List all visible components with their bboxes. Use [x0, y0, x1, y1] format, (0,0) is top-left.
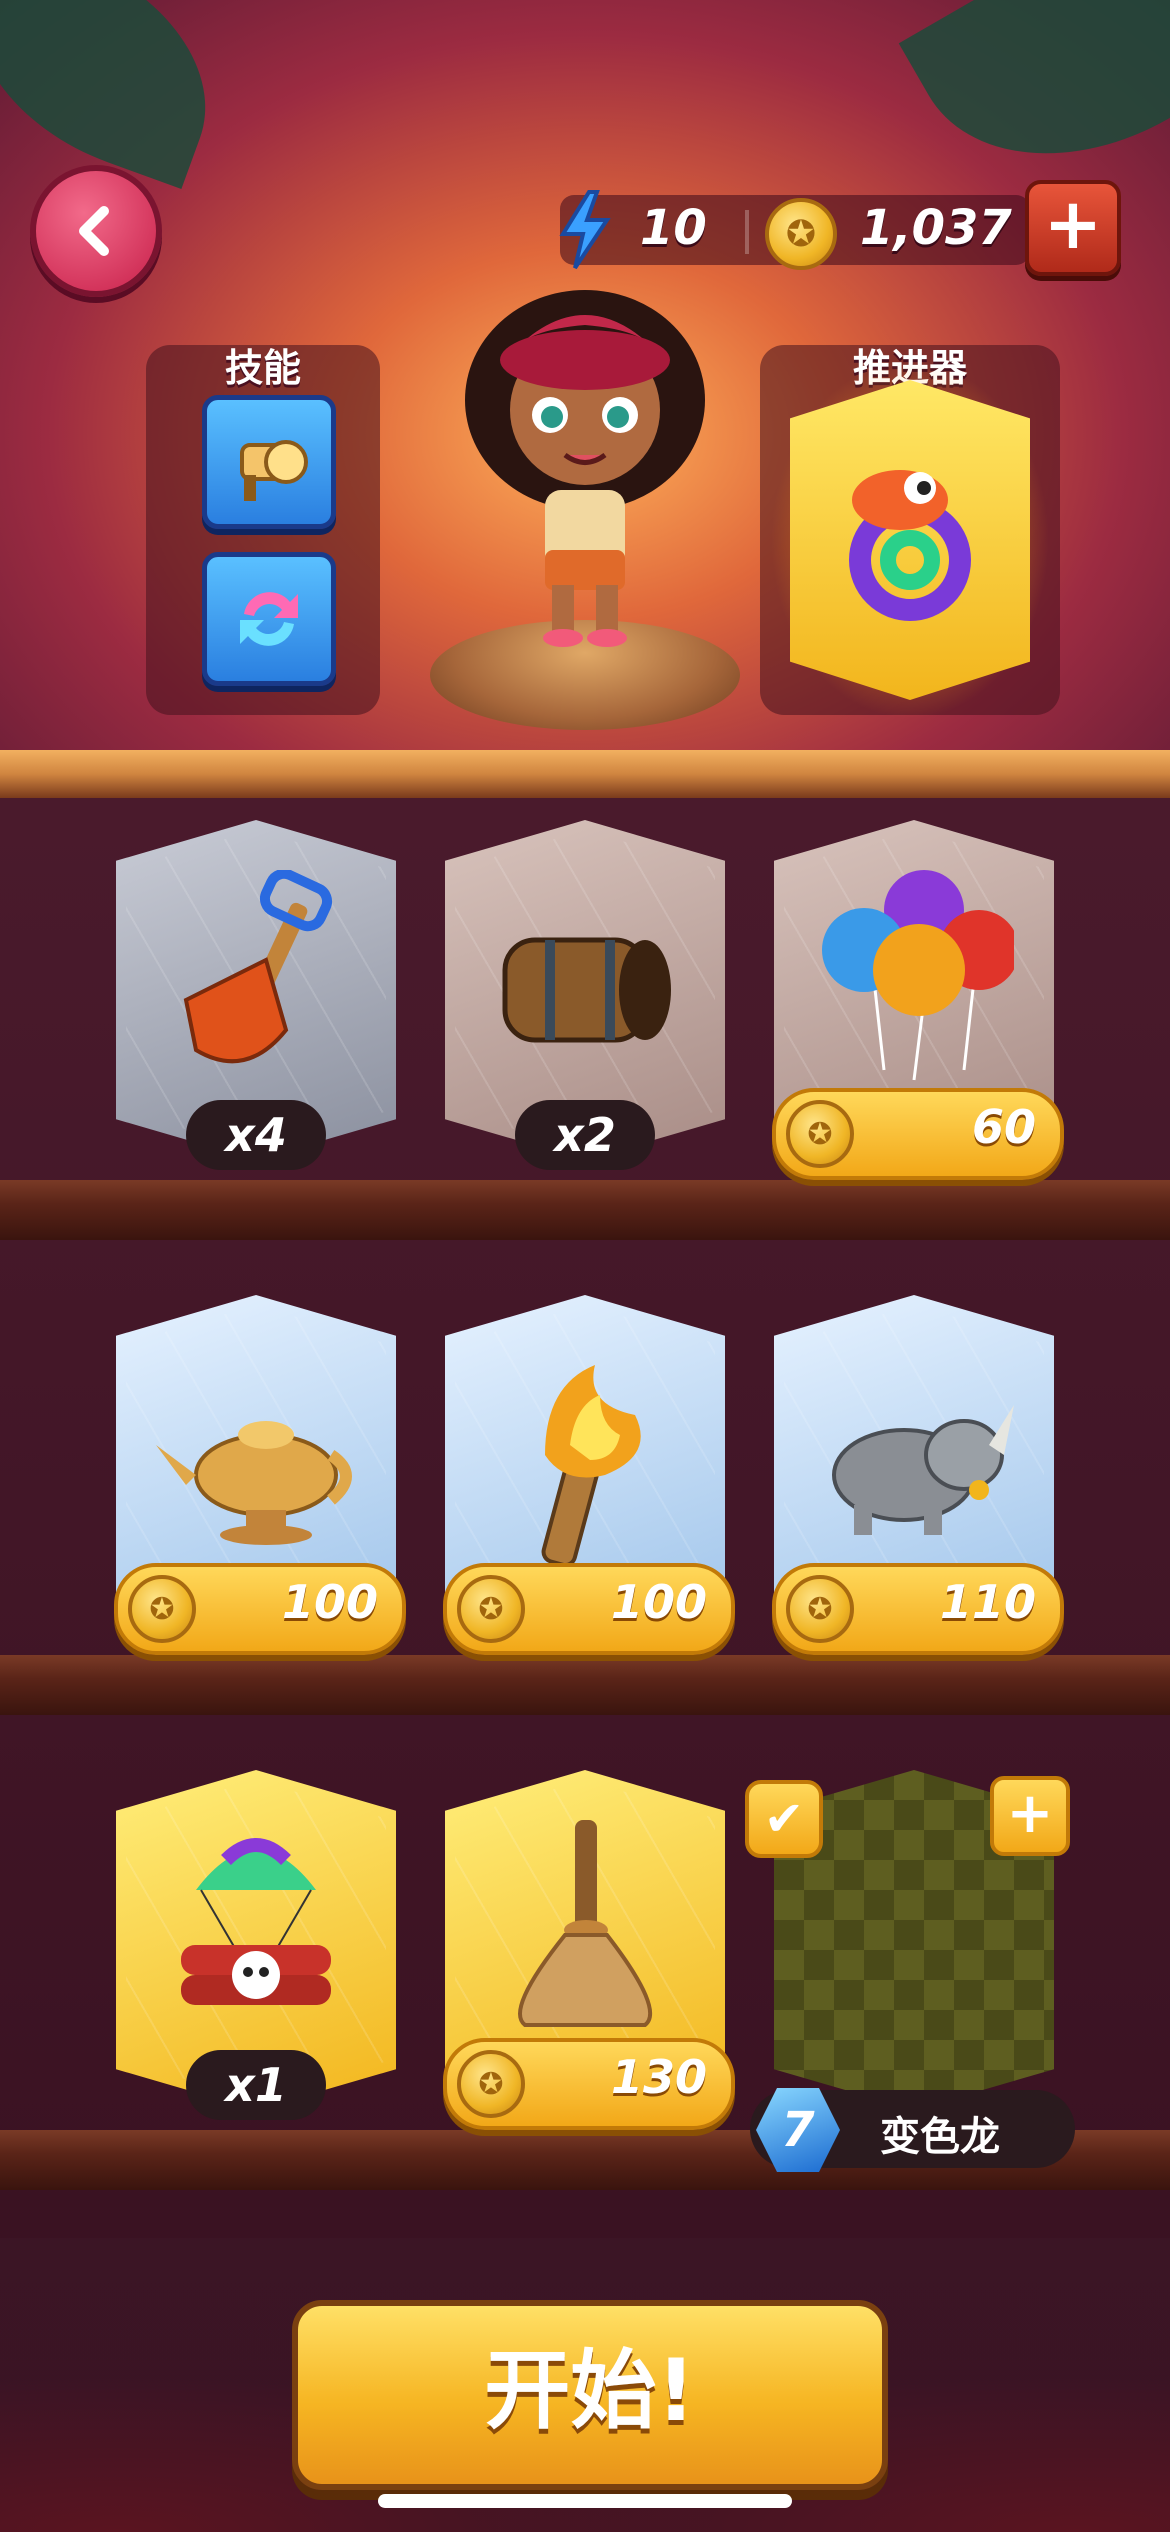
- currency-divider: [745, 210, 749, 254]
- item-card-rhino[interactable]: ✪ 110: [772, 1295, 1064, 1655]
- item-price[interactable]: ✪ 100: [443, 1563, 735, 1655]
- coin-icon: ✪: [457, 2050, 525, 2118]
- checkmark-icon[interactable]: ✔: [745, 1780, 823, 1858]
- magic-lamp-icon: [156, 1421, 352, 1545]
- rhino-icon: [832, 1405, 1014, 1535]
- coin-icon: ✪: [457, 1575, 525, 1643]
- price-value: 100: [610, 1575, 707, 1629]
- back-arrow-icon: [79, 206, 109, 256]
- booster-chameleon-card[interactable]: [790, 380, 1030, 700]
- shelf-plank: [0, 1655, 1170, 1715]
- explorer-girl-character: [465, 290, 705, 647]
- item-price[interactable]: ✪ 100: [114, 1563, 406, 1655]
- price-value: 110: [939, 1575, 1036, 1629]
- skill-shuffle-button[interactable]: [202, 552, 336, 686]
- price-value: 60: [971, 1100, 1036, 1154]
- item-price[interactable]: ✪ 110: [772, 1563, 1064, 1655]
- item-price[interactable]: ✪ 130: [443, 2038, 735, 2130]
- skills-title: 技能: [224, 346, 301, 390]
- shuffle-icon: [240, 592, 298, 646]
- hammer-icon: [240, 440, 308, 501]
- item-card-shovel[interactable]: x4: [116, 820, 396, 1170]
- balloons-icon: [822, 870, 1014, 1081]
- start-button[interactable]: 开始!: [292, 2300, 888, 2490]
- coin-icon: ✪: [765, 198, 837, 270]
- price-value: 100: [281, 1575, 378, 1629]
- coin-icon: ✪: [786, 1100, 854, 1168]
- coin-icon: ✪: [786, 1575, 854, 1643]
- item-card-balloons[interactable]: ✪ 60: [772, 820, 1064, 1180]
- broom-icon: [518, 1820, 653, 2027]
- item-quantity: x4: [186, 1100, 326, 1170]
- item-quantity: x2: [515, 1100, 655, 1170]
- item-card-magic-lamp[interactable]: ✪ 100: [114, 1295, 406, 1655]
- shovel-icon: [183, 870, 333, 1064]
- back-button[interactable]: [30, 165, 162, 297]
- coin-count: 1,037: [860, 200, 1012, 256]
- game-screen: 10 ✪ 1,037 + 技能 推进器: [0, 0, 1170, 2532]
- item-card-dynamite[interactable]: x1: [116, 1770, 396, 2120]
- hero-shelf-edge: [0, 750, 1170, 798]
- chameleon-icon: [849, 470, 971, 621]
- home-indicator[interactable]: [378, 2494, 792, 2508]
- coin-icon: ✪: [128, 1575, 196, 1643]
- energy-count: 10: [640, 200, 707, 256]
- item-card-barrel[interactable]: x2: [445, 820, 725, 1170]
- add-coins-button[interactable]: +: [1025, 180, 1121, 276]
- price-value: 130: [610, 2050, 707, 2104]
- skill-hammer-button[interactable]: [202, 395, 336, 529]
- item-card-torch[interactable]: ✪ 100: [443, 1295, 735, 1655]
- chameleon-label: 变色龙: [880, 2114, 1000, 2160]
- dynamite-parachute-icon: [181, 1838, 331, 2005]
- item-quantity: x1: [186, 2050, 326, 2120]
- shelf-plank: [0, 1180, 1170, 1240]
- item-price[interactable]: ✪ 60: [772, 1088, 1064, 1180]
- torch-icon: [541, 1365, 641, 1565]
- add-slot-button[interactable]: +: [990, 1776, 1070, 1856]
- item-card-broom[interactable]: ✪ 130: [443, 1770, 735, 2130]
- barrel-icon: [502, 937, 671, 1043]
